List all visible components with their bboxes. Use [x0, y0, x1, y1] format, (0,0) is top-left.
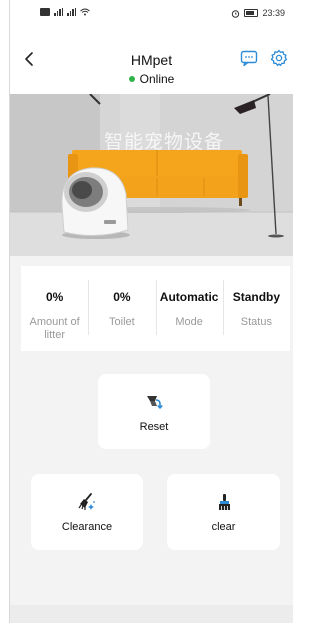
product-hero-image: 智能宠物设备: [10, 94, 293, 256]
signal-icon: [54, 8, 63, 16]
stat-litter-amount: 0% Amount of litter: [21, 266, 88, 351]
status-bar-left: [40, 8, 90, 16]
online-status: Online: [10, 72, 293, 86]
wifi-icon: [80, 8, 90, 16]
clear-button[interactable]: clear: [167, 474, 280, 550]
reset-icon: [147, 396, 163, 409]
stat-mode: Automatic Mode: [155, 266, 223, 351]
stat-value: 0%: [113, 290, 131, 304]
message-icon[interactable]: [239, 48, 259, 68]
clear-label: clear: [211, 521, 236, 533]
app-header: HMpet Online: [10, 28, 293, 94]
hero-overlay-text: 智能宠物设备: [104, 131, 225, 153]
status-bar: 23:39: [10, 0, 293, 28]
reset-label: Reset: [139, 421, 169, 433]
bottom-area: [10, 605, 293, 623]
stat-value: Automatic: [159, 290, 219, 304]
battery-icon: [244, 9, 259, 17]
clock-time: 23:39: [262, 8, 285, 18]
phone-frame: 23:39 HMpet Online 智能宠物设备 0% Amount of l…: [0, 0, 293, 623]
alarm-icon: [232, 9, 240, 18]
stat-label: Mode: [175, 316, 203, 328]
hero-illustration: [10, 94, 293, 256]
clearance-label: Clearance: [61, 521, 113, 533]
hd-icon: [40, 8, 50, 16]
device-stats-panel: 0% Amount of litter 0% Toilet Automatic …: [21, 266, 290, 351]
status-bar-right: 23:39: [231, 8, 285, 18]
brush-icon: [218, 494, 230, 510]
stat-status: Standby Status: [222, 266, 290, 351]
signal-icon-2: [67, 8, 76, 16]
stat-value: 0%: [45, 290, 64, 304]
broom-sparkle-icon: [78, 493, 95, 510]
online-status-label: Online: [139, 72, 175, 86]
stat-label: Status: [240, 316, 272, 328]
stat-value: Standby: [232, 290, 281, 304]
clearance-button[interactable]: Clearance: [31, 474, 143, 550]
reset-button[interactable]: Reset: [98, 374, 210, 449]
online-dot-icon: [128, 76, 135, 82]
app-screen: 23:39 HMpet Online 智能宠物设备 0% Amount of l…: [9, 0, 293, 623]
settings-gear-icon[interactable]: [269, 48, 289, 68]
stat-toilet: 0% Toilet: [88, 266, 155, 351]
stat-label: Amount of litter: [29, 316, 80, 341]
stat-label: Toilet: [109, 316, 135, 328]
